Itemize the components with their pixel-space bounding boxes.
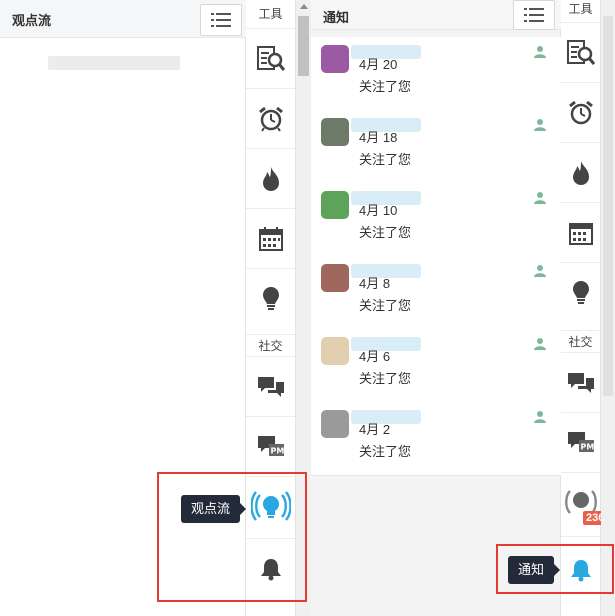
follow-user-icon — [534, 46, 546, 58]
stream-loading-placeholder — [48, 56, 180, 70]
notification-item[interactable]: 4月 10 关注了您 — [311, 183, 561, 257]
tools-label: 工具 — [568, 2, 593, 16]
lightbulb-icon — [262, 287, 279, 310]
follow-user-icon — [534, 338, 546, 350]
social-label: 社交 — [561, 330, 600, 350]
alarm-tool-button[interactable] — [561, 82, 600, 143]
hot-tool-button[interactable] — [561, 142, 600, 203]
flame-icon — [262, 167, 279, 191]
chat-bubbles-icon — [257, 377, 284, 397]
notification-date: 4月 10 — [359, 203, 398, 218]
stream-panel-title: 观点流 — [12, 13, 52, 28]
chat-bubbles-icon — [567, 373, 594, 393]
avatar[interactable] — [321, 45, 349, 73]
notification-text: 关注了您 — [359, 444, 412, 459]
scroll-thumb[interactable] — [603, 16, 613, 396]
calendar-icon — [568, 223, 593, 245]
highlight-box-right — [496, 544, 614, 594]
calendar-tool-button[interactable] — [246, 208, 295, 269]
social-label: 社交 — [246, 334, 295, 354]
search-tool-button[interactable] — [561, 22, 600, 83]
calendar-tool-button[interactable] — [561, 202, 600, 263]
svg-text:PM: PM — [270, 447, 284, 456]
notification-date: 4月 8 — [359, 276, 391, 291]
avatar[interactable] — [321, 118, 349, 146]
notifications-header: 通知 — [311, 0, 561, 30]
notifications-title: 通知 — [323, 10, 350, 25]
private-message-button[interactable]: PM — [246, 416, 295, 477]
idea-tool-button[interactable] — [246, 268, 295, 329]
scroll-up-arrow[interactable] — [300, 4, 308, 9]
alarm-clock-icon — [258, 106, 283, 132]
notification-item[interactable]: 4月 8 关注了您 — [311, 256, 561, 330]
private-message-icon: PM — [257, 436, 284, 456]
lightbulb-icon — [572, 281, 589, 304]
notification-item[interactable]: 4月 6 关注了您 — [311, 329, 561, 403]
alarm-tool-button[interactable] — [246, 88, 295, 149]
idea-tool-button[interactable] — [561, 262, 600, 323]
chat-button[interactable] — [246, 356, 295, 417]
avatar[interactable] — [321, 264, 349, 292]
notification-text: 关注了您 — [359, 152, 412, 167]
flame-icon — [572, 161, 589, 185]
stream-broadcast-button[interactable]: 236 — [561, 472, 608, 533]
avatar[interactable] — [321, 337, 349, 365]
tools-label: 工具 — [258, 7, 283, 21]
notification-date: 4月 18 — [359, 130, 398, 145]
calendar-icon — [258, 227, 283, 251]
list-icon — [524, 8, 544, 22]
notification-item[interactable]: 4月 2 关注了您 — [311, 402, 561, 476]
notification-date: 4月 2 — [359, 422, 391, 437]
notifications-list-button[interactable] — [513, 0, 555, 30]
svg-text:PM: PM — [580, 443, 594, 452]
private-message-icon: PM — [567, 432, 594, 452]
notification-text: 关注了您 — [359, 225, 412, 240]
follow-user-icon — [534, 119, 546, 131]
follow-user-icon — [534, 411, 546, 423]
search-document-icon — [566, 40, 595, 65]
highlight-box-left — [157, 472, 307, 602]
search-tool-button[interactable] — [246, 28, 295, 89]
alarm-clock-icon — [568, 100, 593, 125]
search-document-icon — [256, 46, 285, 71]
scroll-thumb[interactable] — [298, 16, 309, 76]
notification-item[interactable]: 4月 20 关注了您 — [311, 37, 561, 111]
notification-text: 关注了您 — [359, 79, 412, 94]
chat-button[interactable] — [561, 352, 600, 413]
list-menu-button[interactable] — [200, 4, 242, 36]
avatar[interactable] — [321, 191, 349, 219]
notification-date: 4月 20 — [359, 57, 398, 72]
right-scrollbar[interactable] — [601, 0, 615, 616]
notification-date: 4月 6 — [359, 349, 391, 364]
avatar[interactable] — [321, 410, 349, 438]
notification-text: 关注了您 — [359, 371, 412, 386]
follow-user-icon — [534, 265, 546, 277]
notification-item[interactable]: 4月 18 关注了您 — [311, 110, 561, 184]
right-tool-strip: 工具 社交 PM 236 — [561, 0, 608, 616]
stream-panel-header: 观点流 — [0, 0, 246, 38]
hot-tool-button[interactable] — [246, 148, 295, 209]
notification-text: 关注了您 — [359, 298, 412, 313]
list-icon — [211, 13, 231, 27]
private-message-button[interactable]: PM — [561, 412, 600, 473]
notifications-list: 4月 20 关注了您 4月 18 关注了您 4月 10 关注了您 4月 8 关注… — [311, 37, 561, 477]
follow-user-icon — [534, 192, 546, 204]
